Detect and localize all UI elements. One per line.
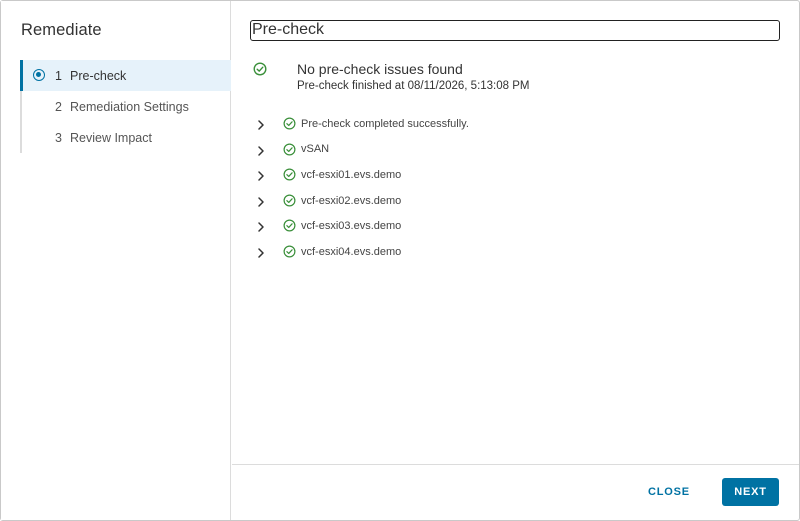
dialog-footer: CLOSE NEXT <box>232 464 799 520</box>
chevron-right-icon[interactable] <box>254 118 268 130</box>
step-review-impact[interactable]: 3 Review Impact <box>22 122 231 153</box>
result-label: vcf-esxi02.evs.demo <box>301 194 402 207</box>
result-row-summary[interactable]: Pre-check completed successfully. <box>254 111 774 137</box>
check-circle-icon <box>253 62 267 81</box>
summary-title: No pre-check issues found <box>297 61 463 77</box>
result-label: vSAN <box>301 143 330 156</box>
result-label: vcf-esxi03.evs.demo <box>301 220 402 233</box>
chevron-right-icon[interactable] <box>254 220 268 233</box>
check-circle-icon <box>283 245 296 263</box>
result-label: vcf-esxi04.evs.demo <box>301 245 402 258</box>
chevron-right-icon[interactable] <box>254 169 268 181</box>
result-label: vcf-esxi01.evs.demo <box>301 168 402 181</box>
wizard-sidebar: Remediate 1 Pre-check 2 Remediation Sett… <box>1 1 231 520</box>
wizard-steps: 1 Pre-check 2 Remediation Settings 3 Rev… <box>20 60 231 153</box>
main-content: Pre-check No pre-check issues found Pre-… <box>232 1 799 520</box>
step-number: 3 <box>55 130 62 145</box>
close-button[interactable]: CLOSE <box>640 479 698 505</box>
chevron-right-icon[interactable] <box>254 144 268 156</box>
check-circle-icon <box>283 219 296 237</box>
chevron-right-icon[interactable] <box>254 246 268 258</box>
chevron-right-icon[interactable] <box>254 195 268 207</box>
step-remediation-settings[interactable]: 2 Remediation Settings <box>22 91 231 122</box>
step-number: 2 <box>55 99 62 114</box>
step-label: Review Impact <box>70 130 152 145</box>
radio-selected-icon <box>33 69 45 81</box>
check-circle-icon <box>283 168 296 186</box>
step-label: Pre-check <box>70 68 127 83</box>
summary-timestamp: Pre-check finished at 08/11/2026, 5:13:0… <box>297 80 530 92</box>
check-circle-icon <box>283 143 296 161</box>
result-row-host[interactable]: vcf-esxi02.evs.demo <box>254 188 774 214</box>
step-pre-check[interactable]: 1 Pre-check <box>20 60 231 91</box>
next-button[interactable]: NEXT <box>722 478 779 506</box>
page-title: Pre-check <box>250 20 780 41</box>
step-number: 1 <box>55 68 62 83</box>
step-label: Remediation Settings <box>70 99 189 114</box>
wizard-title: Remediate <box>21 21 102 39</box>
result-label: Pre-check completed successfully. <box>301 117 469 130</box>
result-row-vsan[interactable]: vSAN <box>254 137 774 163</box>
check-circle-icon <box>283 194 296 212</box>
result-row-host[interactable]: vcf-esxi01.evs.demo <box>254 162 774 188</box>
precheck-results-tree: Pre-check completed successfully. vSAN v… <box>254 111 774 265</box>
result-row-host[interactable]: vcf-esxi03.evs.demo <box>254 213 774 239</box>
check-circle-icon <box>283 117 296 135</box>
result-row-host[interactable]: vcf-esxi04.evs.demo <box>254 239 774 265</box>
